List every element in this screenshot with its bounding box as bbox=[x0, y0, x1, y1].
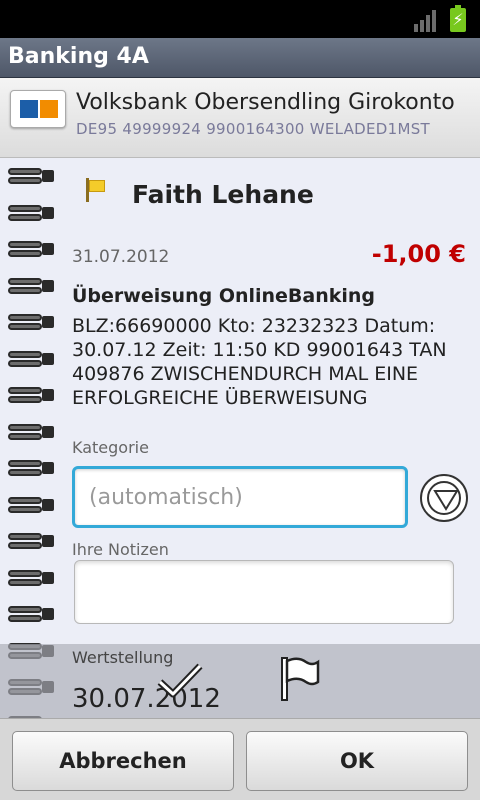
amount: -1,00 € bbox=[371, 240, 466, 268]
payee-name: Faith Lehane bbox=[132, 180, 314, 209]
spiral-ring bbox=[8, 385, 58, 405]
spiral-ring bbox=[8, 312, 58, 332]
spiral-ring bbox=[8, 604, 58, 624]
cancel-button[interactable]: Abbrechen bbox=[12, 731, 234, 791]
spiral-ring bbox=[8, 239, 58, 259]
status-bar: ⚡ bbox=[0, 0, 480, 38]
signal-icon bbox=[414, 10, 438, 32]
transaction-type: Überweisung OnlineBanking bbox=[72, 285, 376, 307]
spiral-ring bbox=[8, 495, 58, 515]
battery-charging-icon: ⚡ bbox=[450, 5, 466, 32]
booking-date: 31.07.2012 bbox=[72, 247, 170, 267]
category-input[interactable] bbox=[75, 469, 405, 525]
spiral-ring bbox=[8, 166, 58, 186]
flag-icon[interactable] bbox=[84, 178, 108, 204]
check-icon[interactable] bbox=[156, 660, 204, 700]
bottom-bar: Abbrechen OK bbox=[0, 718, 480, 800]
spiral-ring bbox=[8, 458, 58, 478]
category-field[interactable] bbox=[72, 466, 408, 528]
transaction-purpose: BLZ:66690000 Kto: 23232323 Datum: 30.07.… bbox=[72, 315, 447, 409]
notes-label: Ihre Notizen bbox=[72, 540, 169, 559]
bank-logo-icon bbox=[10, 90, 66, 128]
ok-button[interactable]: OK bbox=[246, 731, 468, 791]
category-label: Kategorie bbox=[72, 438, 149, 457]
account-name: Volksbank Obersendling Girokonto bbox=[76, 90, 455, 115]
spiral-ring bbox=[8, 203, 58, 223]
app-title: Banking 4A bbox=[8, 44, 149, 69]
spiral-ring bbox=[8, 349, 58, 369]
flag-outline-icon[interactable] bbox=[278, 656, 322, 702]
spiral-ring bbox=[8, 531, 58, 551]
category-dropdown-button[interactable] bbox=[420, 474, 468, 522]
account-iban: DE95 49999924 9900164300 WELADED1MST bbox=[76, 120, 431, 138]
spiral-ring bbox=[8, 422, 58, 442]
spiral-ring bbox=[8, 568, 58, 588]
account-header[interactable]: Volksbank Obersendling Girokonto DE95 49… bbox=[0, 78, 480, 158]
spiral-binding bbox=[8, 166, 58, 718]
notes-field[interactable] bbox=[74, 560, 454, 624]
title-bar: Banking 4A bbox=[0, 38, 480, 78]
spiral-ring bbox=[8, 276, 58, 296]
